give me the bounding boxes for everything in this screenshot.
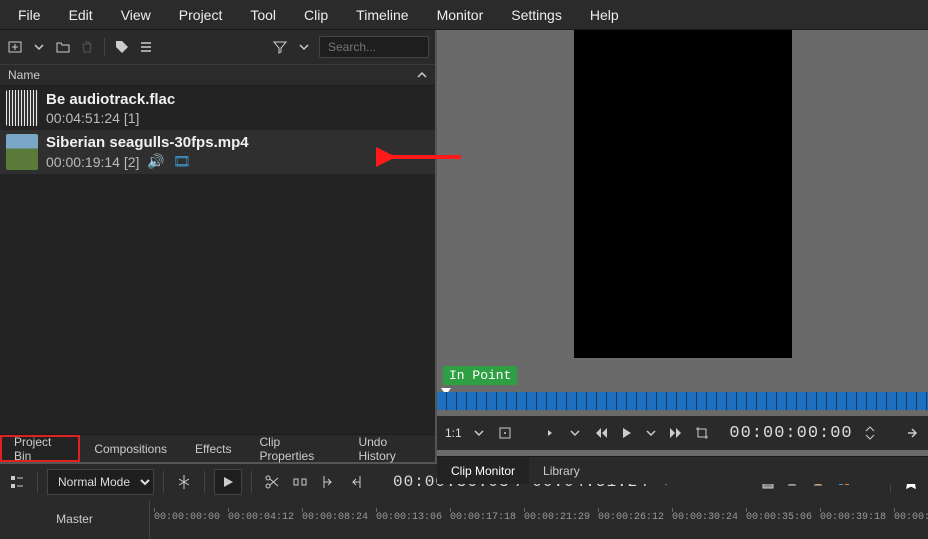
chevron-up-icon [417, 70, 427, 80]
clip-list: Be audiotrack.flac 00:04:51:24 [1] Siber… [0, 86, 435, 434]
clip-thumbnail [6, 90, 38, 126]
tick: 00:00:04:12 [228, 512, 294, 523]
crop-icon[interactable] [694, 424, 709, 442]
timeline-ticks[interactable]: 00:00:00:00 00:00:04:12 00:00:08:24 00:0… [150, 500, 928, 538]
add-clip-icon[interactable] [6, 38, 24, 56]
tick: 00:00:35:06 [746, 512, 812, 523]
zoom-ratio[interactable]: 1:1 [445, 426, 462, 440]
trash-icon[interactable] [78, 38, 96, 56]
right-tab-bar: Clip Monitor Library [437, 456, 928, 484]
monitor-ruler[interactable] [437, 392, 928, 410]
menu-help[interactable]: Help [576, 7, 633, 23]
tick: 00:00:08:24 [302, 512, 368, 523]
menu-settings[interactable]: Settings [497, 7, 576, 23]
menu-clip[interactable]: Clip [290, 7, 342, 23]
chevron-down-icon[interactable] [295, 38, 313, 56]
search-input[interactable] [319, 36, 429, 58]
tick: 00:00:21:29 [524, 512, 590, 523]
timeline-ruler: Master 00:00:00:00 00:00:04:12 00:00:08:… [0, 500, 928, 538]
menu-bar: File Edit View Project Tool Clip Timelin… [0, 0, 928, 30]
tick: 00:00:26:12 [598, 512, 664, 523]
tab-clip-properties[interactable]: Clip Properties [246, 435, 345, 462]
split-icon[interactable] [173, 471, 195, 493]
folder-icon[interactable] [54, 38, 72, 56]
audio-icon: 🔊 [147, 153, 164, 170]
clip-name: Be audiotrack.flac [46, 91, 175, 108]
tick: 00:00:00:00 [154, 512, 220, 523]
list-icon[interactable] [137, 38, 155, 56]
bracket-in-icon[interactable] [317, 471, 339, 493]
bin-toolbar [0, 30, 435, 64]
chevron-down-icon[interactable] [30, 38, 48, 56]
clip-monitor-viewport[interactable] [574, 30, 792, 358]
in-out-icon[interactable] [542, 424, 557, 442]
menu-monitor[interactable]: Monitor [423, 7, 498, 23]
ripple-icon[interactable] [289, 471, 311, 493]
clip-name: Siberian seagulls-30fps.mp4 [46, 134, 249, 151]
tick: 00:00:43:2 [894, 512, 928, 523]
timecode-stepper-icon[interactable] [863, 424, 878, 442]
scissors-icon[interactable] [261, 471, 283, 493]
clip-thumbnail [6, 134, 38, 170]
clip-meta: 00:00:19:14 [2] [46, 154, 139, 170]
play-icon[interactable] [618, 424, 633, 442]
monitor-panel: In Point 1:1 00:00:00:00 Clip Monitor Li… [437, 30, 928, 462]
column-name-label: Name [8, 68, 40, 82]
chevron-down-icon[interactable] [644, 424, 659, 442]
menu-file[interactable]: File [4, 7, 55, 23]
menu-timeline[interactable]: Timeline [342, 7, 422, 23]
tab-effects[interactable]: Effects [181, 435, 245, 462]
tab-undo-history[interactable]: Undo History [344, 435, 435, 462]
tick: 00:00:30:24 [672, 512, 738, 523]
clip-meta: 00:04:51:24 [1] [46, 110, 175, 126]
timeline-mode-select[interactable]: Normal Mode [47, 469, 154, 495]
chevron-down-icon[interactable] [472, 424, 487, 442]
master-track-label[interactable]: Master [0, 500, 150, 538]
tab-project-bin[interactable]: Project Bin [0, 435, 80, 462]
clip-item[interactable]: Be audiotrack.flac 00:04:51:24 [1] [0, 86, 435, 130]
monitor-timecode[interactable]: 00:00:00:00 [729, 424, 852, 443]
left-tab-bar: Project Bin Compositions Effects Clip Pr… [0, 434, 435, 462]
tick: 00:00:13:06 [376, 512, 442, 523]
column-header[interactable]: Name [0, 64, 435, 86]
tab-compositions[interactable]: Compositions [80, 435, 181, 462]
tab-clip-monitor[interactable]: Clip Monitor [437, 457, 529, 484]
tag-icon[interactable] [113, 38, 131, 56]
menu-tool[interactable]: Tool [236, 7, 290, 23]
tick: 00:00:17:18 [450, 512, 516, 523]
chevron-down-icon[interactable] [568, 424, 583, 442]
in-point-marker[interactable]: In Point [443, 366, 517, 385]
clip-item[interactable]: Siberian seagulls-30fps.mp4 00:00:19:14 … [0, 130, 435, 174]
tab-library[interactable]: Library [529, 457, 594, 484]
grid-icon[interactable] [497, 424, 512, 442]
menu-view[interactable]: View [107, 7, 165, 23]
timeline-play-button[interactable] [214, 469, 242, 495]
menu-project[interactable]: Project [165, 7, 237, 23]
rewind-icon[interactable] [593, 424, 608, 442]
next-icon[interactable] [905, 424, 920, 442]
menu-edit[interactable]: Edit [55, 7, 107, 23]
track-config-icon[interactable] [6, 471, 28, 493]
project-bin-panel: Name Be audiotrack.flac 00:04:51:24 [1] … [0, 30, 437, 462]
video-icon: 🎞 [173, 153, 191, 170]
fast-forward-icon[interactable] [669, 424, 684, 442]
monitor-controls: 1:1 00:00:00:00 [437, 416, 928, 450]
filter-icon[interactable] [271, 38, 289, 56]
bracket-out-icon[interactable] [345, 471, 367, 493]
tick: 00:00:39:18 [820, 512, 886, 523]
